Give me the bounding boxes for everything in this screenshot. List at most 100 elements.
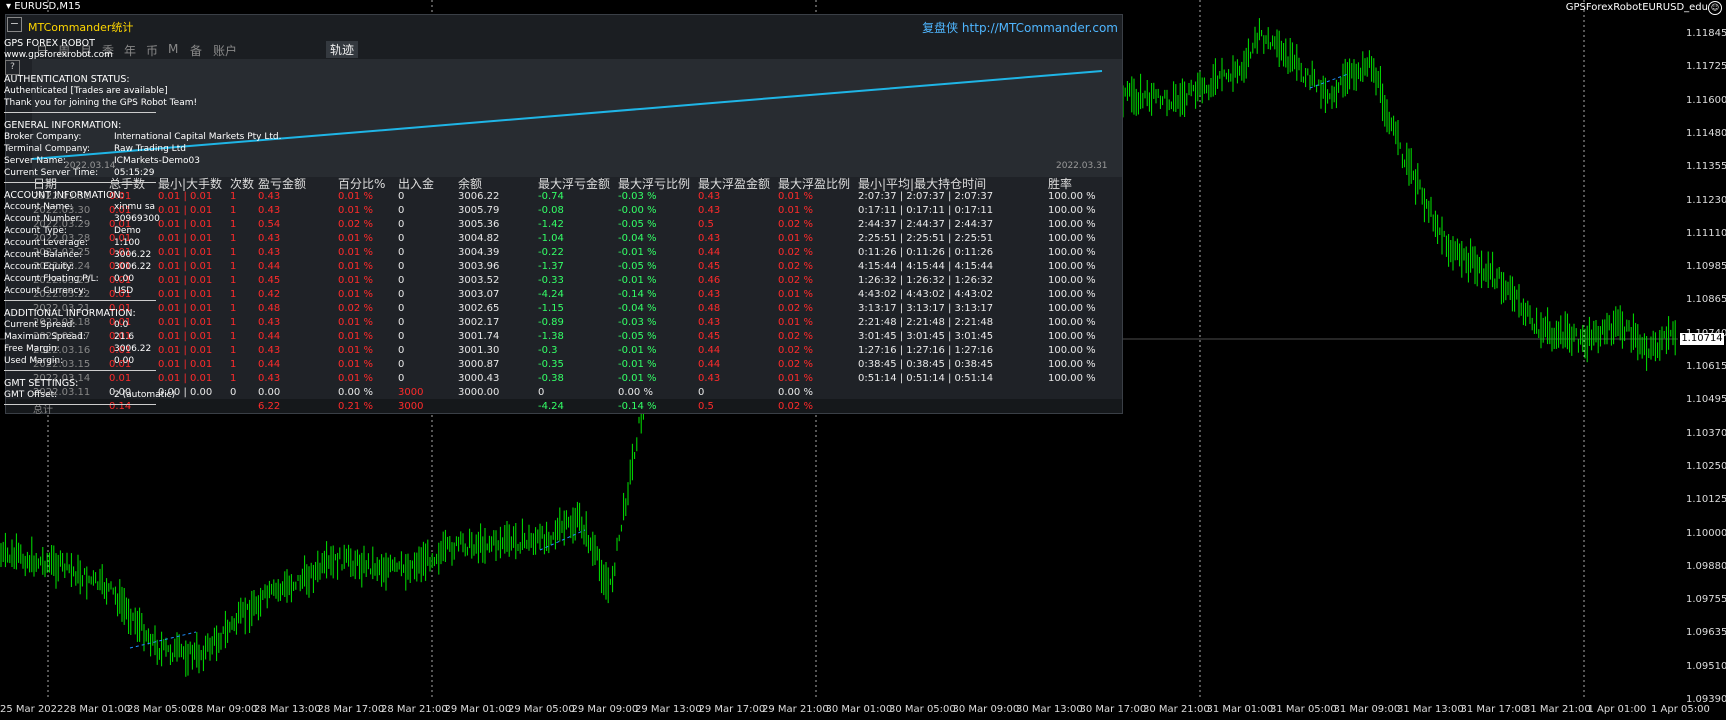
time-label: 30 Mar 17:00 xyxy=(1079,704,1147,715)
table-cell: 0.43 xyxy=(258,233,281,244)
info-value: 3006.22 xyxy=(114,344,152,354)
column-header: 出入金 xyxy=(398,177,435,191)
panel-link[interactable]: 复盘侠 http://MTCommander.com xyxy=(922,19,1118,36)
table-cell: 1 xyxy=(230,275,237,286)
price-label: 1.10250 xyxy=(1686,460,1726,472)
table-cell: 0.44 xyxy=(258,331,281,342)
time-label: 31 Mar 17:00 xyxy=(1460,704,1528,715)
price-label: 1.10125 xyxy=(1686,494,1726,506)
table-cell: -0.89 xyxy=(538,317,564,328)
info-label: Account Name: xyxy=(4,202,73,212)
summary-row-bg xyxy=(6,399,1122,413)
table-cell: 0 xyxy=(398,289,405,300)
table-cell: 0.43 xyxy=(258,345,281,356)
info-label: Account Currency: xyxy=(4,286,87,296)
table-cell: 0.01 % xyxy=(338,247,373,258)
table-cell: 100.00 % xyxy=(1048,331,1096,342)
table-cell: 0.01 % xyxy=(338,191,373,202)
time-label: 1 Apr 05:00 xyxy=(1651,704,1710,715)
price-label: 1.09510 xyxy=(1686,660,1726,672)
table-cell: 3:13:17 | 3:13:17 | 3:13:17 xyxy=(858,303,994,314)
help-icon[interactable]: ? xyxy=(5,60,20,75)
info-value: 2 (automatic) xyxy=(114,390,176,400)
tab-6[interactable]: M xyxy=(168,42,178,56)
table-cell: 0:51:14 | 0:51:14 | 0:51:14 xyxy=(858,373,994,384)
table-cell: -1.37 xyxy=(538,261,564,272)
price-label: 1.10615 xyxy=(1686,361,1726,372)
info-value: 1:100 xyxy=(114,238,140,248)
table-cell: 0.44 xyxy=(698,359,721,370)
info-label: Account Type: xyxy=(4,226,67,236)
table-cell: 0.02 % xyxy=(778,219,813,230)
tab-4[interactable]: 年 xyxy=(124,42,136,59)
table-cell: -0.01 % xyxy=(618,275,657,286)
table-cell: 0.01 xyxy=(109,373,132,384)
table-cell: -0.74 xyxy=(538,191,564,202)
table-cell: 0.44 xyxy=(698,247,721,258)
table-cell: 0.02 % xyxy=(778,303,813,314)
time-label: 31 Mar 09:00 xyxy=(1333,704,1401,715)
column-header: 盈亏金额 xyxy=(258,177,307,191)
table-cell: 0.00 % xyxy=(778,387,813,398)
tab-8[interactable]: 账户 xyxy=(213,42,237,59)
table-cell: 100.00 % xyxy=(1048,359,1096,370)
price-label: 1.10370 xyxy=(1686,427,1726,439)
panel-tabs: 日周月季年币 M 备账户 轨迹 xyxy=(6,39,1122,59)
table-cell: 0.48 xyxy=(698,303,721,314)
table-cell: 0.02 % xyxy=(778,331,813,342)
table-cell: 2:44:37 | 2:44:37 | 2:44:37 xyxy=(858,219,994,230)
section-title: GMT SETTINGS: xyxy=(4,378,79,389)
table-cell: 100.00 % xyxy=(1048,205,1096,216)
panel-titlebar[interactable]: − MTCommander统计 复盘侠 http://MTCommander.c… xyxy=(6,15,1122,39)
table-cell: 0.02 % xyxy=(778,345,813,356)
table-cell: 100.00 % xyxy=(1048,247,1096,258)
table-cell: 100.00 % xyxy=(1048,233,1096,244)
time-label: 31 Mar 01:00 xyxy=(1206,704,1274,715)
info-label: Account Floating P/L: xyxy=(4,274,99,284)
table-cell: 0.01 | 0.01 xyxy=(158,205,213,216)
price-label: 1.11725 xyxy=(1686,61,1726,73)
table-cell: 0.48 xyxy=(258,303,281,314)
table-cell: 0.02 % xyxy=(338,303,373,314)
info-line: Thank you for joining the GPS Robot Team… xyxy=(4,98,198,108)
table-cell: 0 xyxy=(398,331,405,342)
column-header: 最大浮盈金额 xyxy=(698,177,771,191)
table-cell: 0.43 xyxy=(698,317,721,328)
table-cell: 0.01 % xyxy=(338,317,373,328)
table-cell: 1:27:16 | 1:27:16 | 1:27:16 xyxy=(858,345,994,356)
time-label: 30 Mar 01:00 xyxy=(825,704,893,715)
minimize-icon[interactable]: − xyxy=(7,17,22,32)
table-cell: 1 xyxy=(230,289,237,300)
table-cell: 1 xyxy=(230,261,237,272)
summary-cell: -4.24 xyxy=(538,401,564,412)
info-label: Used Margin: xyxy=(4,356,64,366)
table-cell: 3005.79 xyxy=(458,205,500,216)
panel-title: MTCommander统计 xyxy=(28,21,134,34)
dropdown-arrow-icon[interactable]: ▾ xyxy=(6,1,11,12)
tab-9[interactable]: 轨迹 xyxy=(326,41,359,58)
table-cell: -0.03 % xyxy=(618,317,657,328)
table-cell: 0.01 % xyxy=(338,275,373,286)
table-cell: 0 xyxy=(398,303,405,314)
section-divider xyxy=(4,300,156,301)
time-label: 31 Mar 05:00 xyxy=(1270,704,1337,715)
table-cell: -0.03 % xyxy=(618,191,657,202)
table-cell: 3000.00 xyxy=(458,387,500,398)
table-cell: 3004.39 xyxy=(458,247,500,258)
table-cell: 0.01 | 0.01 xyxy=(158,191,213,202)
tab-7[interactable]: 备 xyxy=(190,42,202,59)
table-cell: 0.45 xyxy=(258,275,281,286)
table-cell: 1 xyxy=(230,233,237,244)
table-cell: 0.01 | 0.01 xyxy=(158,261,213,272)
table-cell: 0.00 % xyxy=(338,387,373,398)
price-label: 1.10985 xyxy=(1686,261,1726,273)
table-cell: 0.01 % xyxy=(778,373,813,384)
price-label: 1.11110 xyxy=(1686,227,1726,239)
tab-5[interactable]: 币 xyxy=(146,42,158,59)
table-cell: 0.02 % xyxy=(778,261,813,272)
table-cell: 0 xyxy=(398,275,405,286)
info-value: 3006.22 xyxy=(114,250,152,260)
info-value: ICMarkets-Demo03 xyxy=(114,156,201,166)
table-cell: 0.54 xyxy=(258,219,281,230)
table-cell: -0.14 % xyxy=(618,289,657,300)
